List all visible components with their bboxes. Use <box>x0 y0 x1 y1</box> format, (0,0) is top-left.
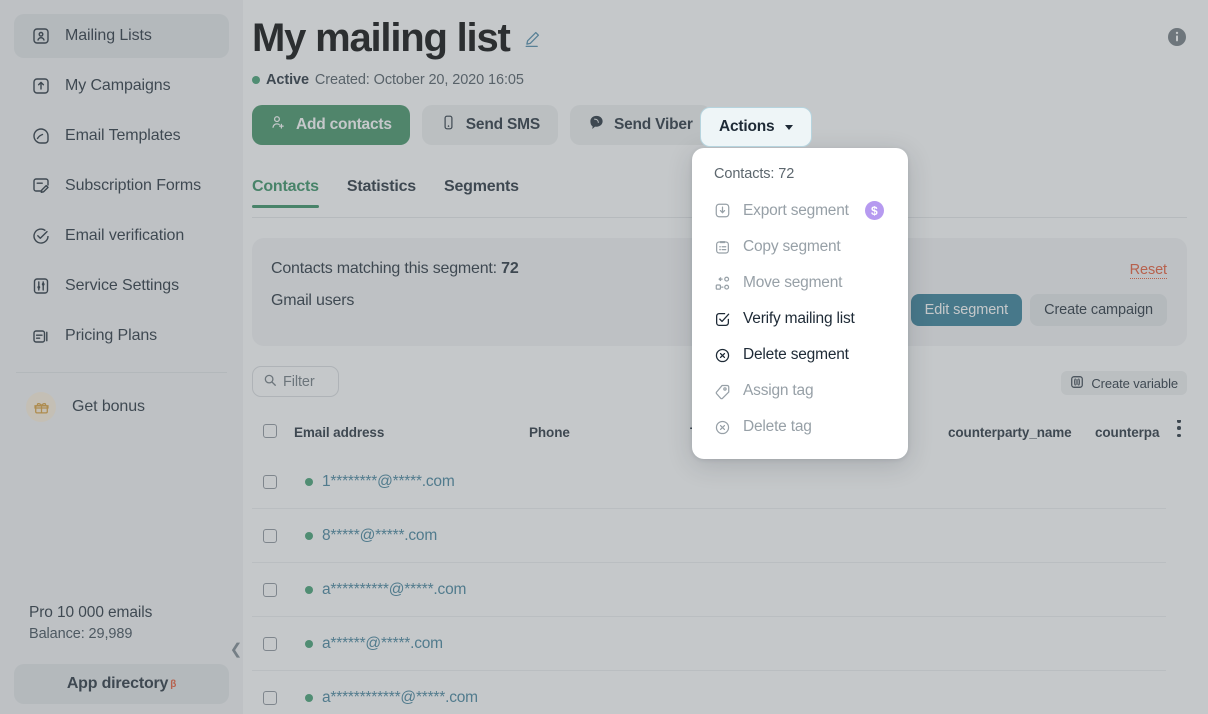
modal-backdrop[interactable] <box>0 0 1208 714</box>
menu-item-label: Delete segment <box>743 346 849 363</box>
menu-item-label: Verify mailing list <box>743 310 855 327</box>
premium-badge: $ <box>864 201 884 220</box>
button-label: Actions <box>719 118 775 135</box>
export-box-icon <box>714 202 731 219</box>
x-circle-icon <box>714 419 731 436</box>
dropdown-contacts-count: Contacts: 72 <box>714 166 795 182</box>
clipboard-list-icon <box>714 239 731 256</box>
menu-item-export-segment[interactable]: Export segment $ <box>692 192 908 229</box>
menu-item-label: Delete tag <box>743 418 812 435</box>
move-nodes-icon <box>714 275 731 292</box>
actions-button-active[interactable]: Actions <box>700 107 813 147</box>
menu-item-move-segment[interactable]: Move segment <box>692 265 908 301</box>
menu-item-delete-segment[interactable]: Delete segment <box>692 337 908 373</box>
actions-dropdown: Contacts: 72 Export segment $ Copy segme… <box>692 102 908 461</box>
menu-item-label: Move segment <box>743 274 843 291</box>
tag-icon <box>714 383 731 400</box>
caret-down-icon <box>785 124 794 130</box>
menu-item-label: Assign tag <box>743 382 814 399</box>
menu-item-verify-mailing-list[interactable]: Verify mailing list <box>692 301 908 337</box>
menu-item-copy-segment[interactable]: Copy segment <box>692 229 908 265</box>
menu-item-label: Copy segment <box>743 238 841 255</box>
menu-item-delete-tag[interactable]: Delete tag <box>692 409 908 445</box>
check-square-icon <box>714 311 731 328</box>
dropdown-panel: Contacts: 72 Export segment $ Copy segme… <box>692 148 908 459</box>
x-circle-icon <box>714 347 731 364</box>
menu-item-assign-tag[interactable]: Assign tag <box>692 373 908 409</box>
menu-item-label: Export segment <box>743 201 849 219</box>
